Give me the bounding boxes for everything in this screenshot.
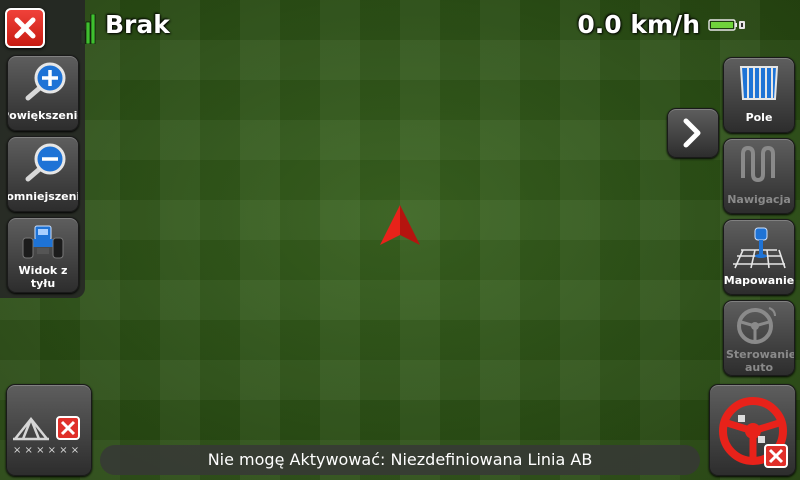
navigation-label: Nawigacja (727, 193, 791, 206)
zoom-out-label: Pomniejszenie (7, 190, 78, 203)
mapping-label: Mapowanie (723, 274, 795, 287)
steering-wheel-icon (719, 397, 788, 468)
zoom-out-button[interactable]: Pomniejszenie (7, 136, 79, 212)
speed-readout: 0.0 km/h (577, 10, 700, 39)
magnifier-minus-icon (25, 143, 66, 182)
steering-wheel-icon (737, 307, 776, 344)
magnifier-plus-icon (25, 62, 66, 101)
autosteer-button[interactable]: Sterowanie auto (723, 300, 795, 376)
field-rows-icon (739, 66, 779, 100)
close-icon (14, 17, 36, 39)
engage-autosteer-button[interactable] (709, 384, 796, 476)
tractor-icon (22, 225, 64, 259)
boom-button[interactable]: × × × × × × (6, 384, 92, 476)
gps-status-text: Brak (105, 10, 170, 39)
rear-view-button[interactable]: Widok z tyłu (7, 217, 79, 293)
status-message-bar: Nie mogę Aktywować: Niezdefiniowana Lini… (100, 445, 700, 475)
expand-panel-button[interactable] (667, 108, 719, 158)
chevron-right-icon (683, 118, 701, 148)
zoom-in-button[interactable]: Powiększenie (7, 55, 79, 131)
svg-text:× × × × × ×: × × × × × × (13, 445, 79, 456)
mapping-button[interactable]: Mapowanie (723, 219, 795, 295)
autosteer-label: Sterowanie auto (726, 348, 795, 374)
rear-view-label: Widok z tyłu (18, 264, 68, 290)
field-button[interactable]: Pole (723, 57, 795, 133)
field-label: Pole (745, 111, 773, 124)
zigzag-path-icon (741, 145, 775, 183)
vehicle-position-marker (380, 205, 420, 245)
left-toolbar: Powiększenie Pomniejszenie Widok z tyłu (0, 0, 85, 298)
close-button[interactable] (5, 8, 45, 48)
sprayer-boom-icon: × × × × × × (13, 416, 80, 456)
battery-icon (708, 19, 745, 31)
zoom-in-label: Powiększenie (8, 109, 78, 122)
navigation-button[interactable]: Nawigacja (723, 138, 795, 214)
map-pin-grid-icon (733, 227, 786, 269)
